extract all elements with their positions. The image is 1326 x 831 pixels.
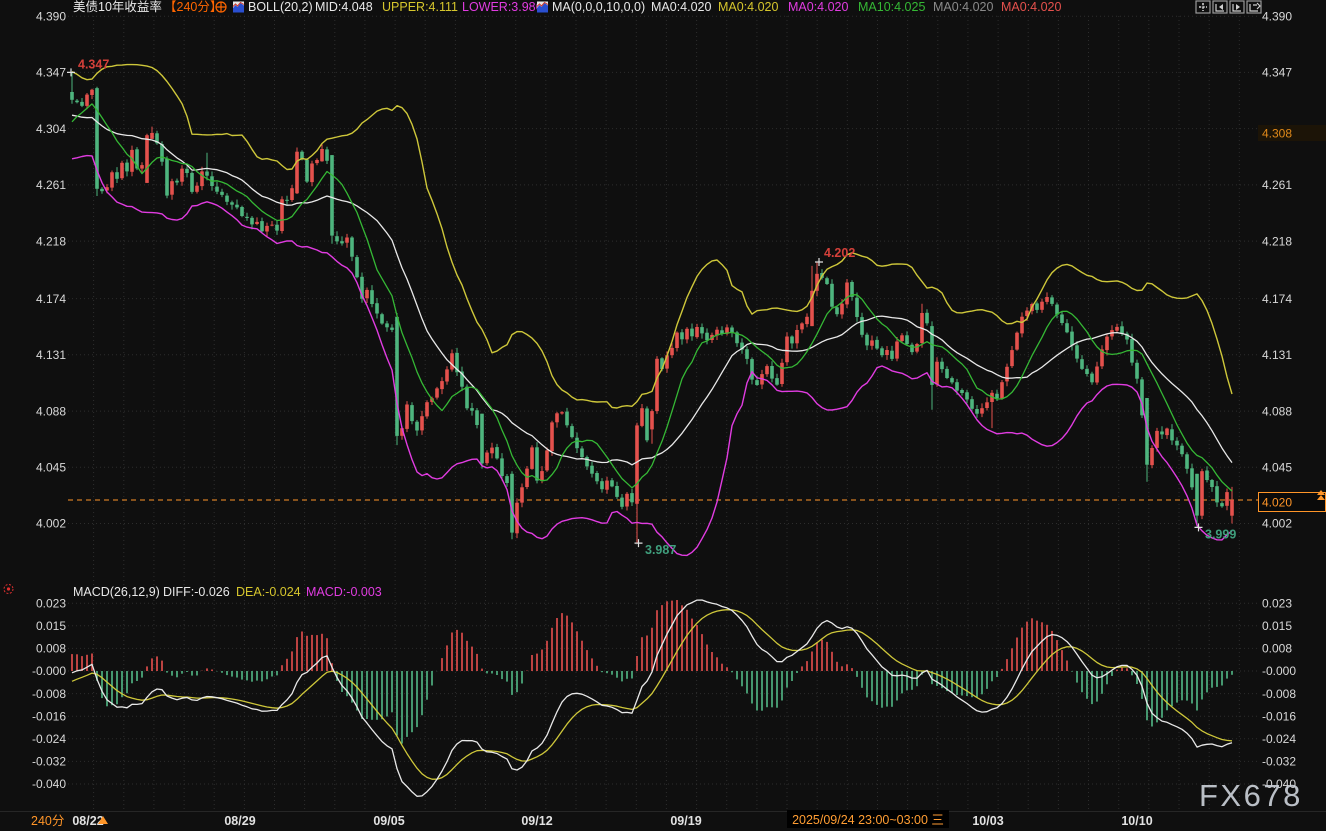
svg-text:0.023: 0.023 [36, 596, 66, 610]
svg-text:MA(0,0,0,10,0,0): MA(0,0,0,10,0,0) [552, 0, 645, 14]
svg-text:4.131: 4.131 [1262, 348, 1292, 362]
svg-text:0.008: 0.008 [36, 642, 66, 656]
svg-text:4.261: 4.261 [1262, 178, 1292, 192]
svg-text:-0.016: -0.016 [32, 709, 66, 723]
svg-text:09/19: 09/19 [670, 814, 701, 828]
svg-text:4.347: 4.347 [78, 57, 109, 71]
svg-text:4.088: 4.088 [1262, 404, 1292, 418]
svg-text:4.174: 4.174 [1262, 292, 1292, 306]
svg-text:MA0:4.020: MA0:4.020 [788, 0, 849, 14]
svg-text:4.347: 4.347 [1262, 66, 1292, 80]
svg-text:MACD:-0.003: MACD:-0.003 [306, 585, 382, 599]
svg-text:BOLL(20,2): BOLL(20,2) [248, 0, 313, 14]
svg-text:-0.024: -0.024 [1262, 732, 1296, 746]
svg-text:-0.008: -0.008 [1262, 687, 1296, 701]
svg-text:-0.032: -0.032 [32, 755, 66, 769]
svg-text:08/22: 08/22 [72, 814, 103, 828]
svg-text:4.218: 4.218 [36, 234, 66, 248]
svg-text:-0.040: -0.040 [32, 777, 66, 791]
svg-text:-0.024: -0.024 [32, 732, 66, 746]
svg-text:09/12: 09/12 [521, 814, 552, 828]
svg-text:4.347: 4.347 [36, 66, 66, 80]
svg-text:10/03: 10/03 [972, 814, 1003, 828]
svg-text:4.202: 4.202 [824, 246, 855, 260]
svg-text:4.002: 4.002 [36, 517, 66, 531]
svg-text:UPPER:4.111: UPPER:4.111 [382, 0, 458, 14]
svg-text:-0.032: -0.032 [1262, 755, 1296, 769]
svg-text:4.304: 4.304 [36, 122, 66, 136]
svg-text:-0.000: -0.000 [1262, 664, 1296, 678]
svg-text:-0.016: -0.016 [1262, 709, 1296, 723]
svg-text:4.308: 4.308 [1262, 127, 1292, 141]
svg-text:MA0:4.020: MA0:4.020 [933, 0, 994, 14]
svg-text:4.390: 4.390 [1262, 9, 1292, 23]
svg-text:-0.008: -0.008 [32, 687, 66, 701]
svg-text:FX678: FX678 [1199, 778, 1303, 813]
svg-text:4.020: 4.020 [1262, 496, 1292, 510]
svg-text:0.023: 0.023 [1262, 596, 1292, 610]
svg-text:4.261: 4.261 [36, 178, 66, 192]
svg-text:美债10年收益率: 美债10年收益率 [73, 0, 162, 14]
svg-text:0.015: 0.015 [1262, 619, 1292, 633]
svg-text:DEA:-0.024: DEA:-0.024 [236, 585, 301, 599]
svg-text:3.999: 3.999 [1205, 527, 1236, 541]
svg-text:MA0:4.020: MA0:4.020 [718, 0, 779, 14]
svg-text:【240分】: 【240分】 [164, 0, 222, 14]
svg-text:09/05: 09/05 [373, 814, 404, 828]
svg-text:4.174: 4.174 [36, 292, 66, 306]
svg-text:4.002: 4.002 [1262, 517, 1292, 531]
svg-text:LOWER:3.986: LOWER:3.986 [462, 0, 543, 14]
svg-text:DIFF:-0.026: DIFF:-0.026 [163, 585, 230, 599]
svg-text:-0.000: -0.000 [32, 664, 66, 678]
svg-text:4.088: 4.088 [36, 404, 66, 418]
svg-text:MACD(26,12,9): MACD(26,12,9) [73, 585, 160, 599]
svg-text:MA10:4.025: MA10:4.025 [858, 0, 925, 14]
svg-text:4.390: 4.390 [36, 9, 66, 23]
svg-text:4.045: 4.045 [36, 461, 66, 475]
svg-text:10/10: 10/10 [1121, 814, 1152, 828]
svg-text:08/29: 08/29 [224, 814, 255, 828]
svg-text:240分: 240分 [31, 814, 64, 828]
svg-text:3.987: 3.987 [645, 543, 676, 557]
svg-text:MID:4.048: MID:4.048 [315, 0, 373, 14]
svg-text:4.218: 4.218 [1262, 234, 1292, 248]
svg-text:0.008: 0.008 [1262, 642, 1292, 656]
svg-text:4.131: 4.131 [36, 348, 66, 362]
svg-text:MA0:4.020: MA0:4.020 [1001, 0, 1062, 14]
svg-text:0.015: 0.015 [36, 619, 66, 633]
svg-text:4.045: 4.045 [1262, 461, 1292, 475]
svg-text:MA0:4.020: MA0:4.020 [651, 0, 712, 14]
svg-text:2025/09/24 23:00~03:00 三: 2025/09/24 23:00~03:00 三 [792, 813, 944, 827]
